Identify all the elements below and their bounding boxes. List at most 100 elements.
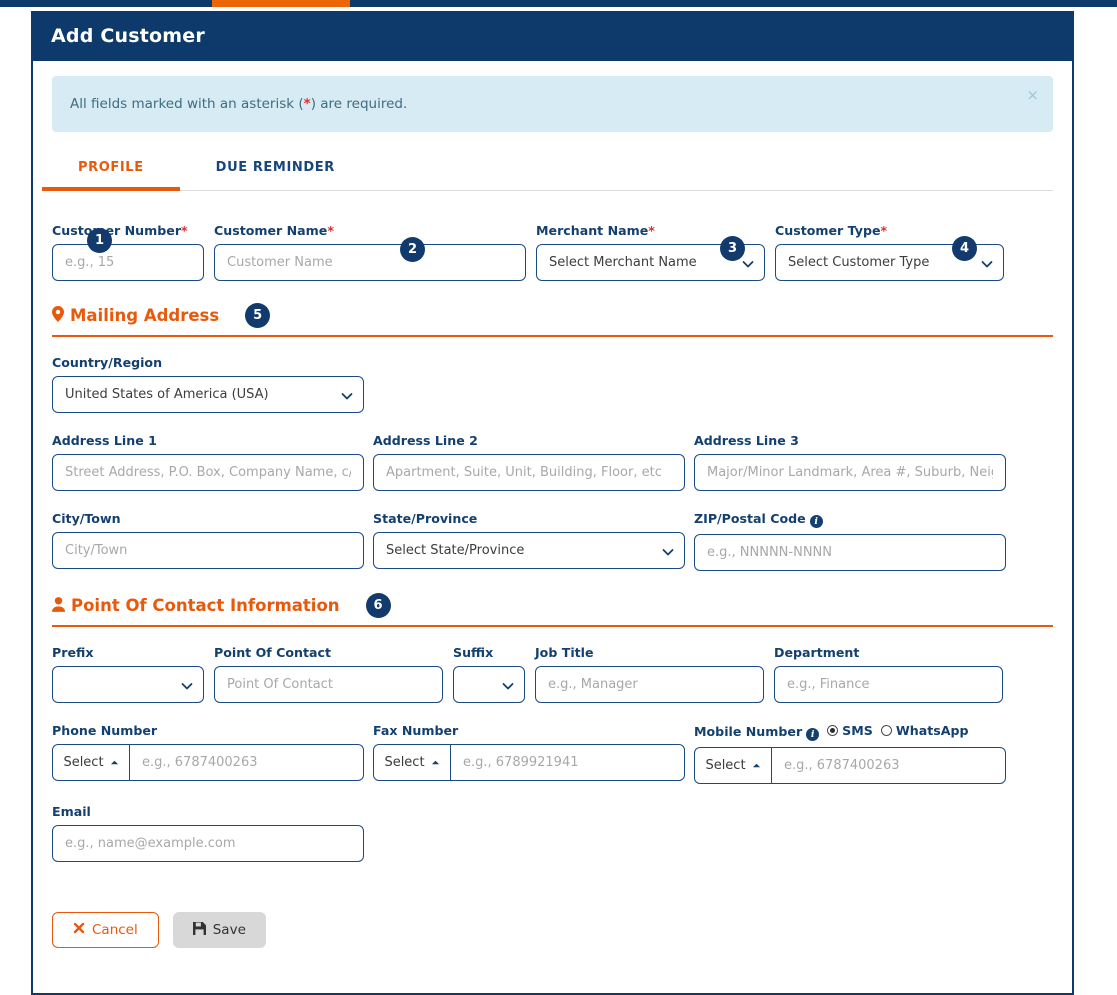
fax-country-code-value: Select [384,755,425,770]
cancel-button-label: Cancel [92,922,138,938]
point-of-contact-input[interactable] [214,666,443,703]
country-region-value: United States of America (USA) [65,387,269,402]
fax-country-code-select[interactable]: Select [374,745,451,780]
radio-whatsapp-dot [880,725,892,736]
customer-number-label: Customer Number* [52,223,204,238]
address-line-1-input[interactable] [52,454,364,491]
email-input[interactable] [52,825,364,862]
state-province-select[interactable]: Select State/Province [373,532,685,569]
state-province-value: Select State/Province [386,543,525,558]
field-mobile-number: Mobile Number i SMS WhatsApp Select [694,723,1006,784]
tab-due-reminder[interactable]: DUE REMINDER [180,150,371,190]
department-input[interactable] [774,666,1003,703]
chevron-up-icon [752,758,761,773]
email-row: Email [52,804,1053,862]
city-town-input[interactable] [52,532,364,569]
job-title-label: Job Title [535,645,594,660]
email-label: Email [52,804,91,819]
profile-row: Customer Number* Customer Name* Merchant… [52,223,1053,281]
field-suffix: Suffix [453,645,525,703]
field-country-region: Country/Region United States of America … [52,355,364,413]
state-province-label: State/Province [373,511,478,526]
zip-postal-code-input[interactable] [694,534,1006,571]
prefix-select[interactable] [52,666,204,703]
field-department: Department [774,645,1003,703]
mobile-number-group: Select [694,747,1006,784]
field-phone-number: Phone Number Select [52,723,364,784]
radio-whatsapp-label: WhatsApp [895,723,969,738]
required-fields-alert: All fields marked with an asterisk (*) a… [52,76,1053,132]
mailing-address-section-header: Mailing Address 5 [52,303,1053,337]
country-region-select[interactable]: United States of America (USA) [52,376,364,413]
point-of-contact-label: Point Of Contact [214,645,332,660]
floppy-disk-icon [192,921,206,939]
address-line-1-label: Address Line 1 [52,433,157,448]
fax-number-label: Fax Number [373,723,459,738]
map-pin-icon [52,306,64,325]
radio-sms[interactable]: SMS [827,723,873,738]
zip-postal-code-label: ZIP/Postal Code i [694,511,1006,528]
modal-body: All fields marked with an asterisk (*) a… [33,76,1072,948]
tab-profile[interactable]: PROFILE [42,150,180,191]
fax-number-group: Select [373,744,685,781]
customer-type-label-text: Customer Type [775,223,881,238]
phone-number-label: Phone Number [52,723,158,738]
address-line-2-input[interactable] [373,454,685,491]
merchant-name-value: Select Merchant Name [549,255,697,270]
required-asterisk: * [880,223,888,238]
tab-bar: PROFILE DUE REMINDER [42,150,1053,191]
city-town-label: City/Town [52,511,121,526]
alert-suffix: ) are required. [310,96,408,112]
save-button[interactable]: Save [172,912,266,948]
customer-form: 1 2 3 4 Customer Number* Customer Name* … [42,223,1063,862]
phone-country-code-value: Select [63,755,104,770]
alert-asterisk: * [303,96,311,112]
job-title-input[interactable] [535,666,764,703]
fax-number-input[interactable] [451,745,684,780]
field-customer-name: Customer Name* [214,223,526,281]
phone-row: Phone Number Select Fax Number [52,723,1053,784]
prefix-label: Prefix [52,645,94,660]
radio-sms-dot [827,725,839,736]
customer-name-label: Customer Name* [214,223,526,238]
save-button-label: Save [212,922,246,938]
mobile-number-label-text: Mobile Number [694,724,803,739]
modal-header: Add Customer [33,11,1072,61]
field-fax-number: Fax Number Select [373,723,685,784]
info-icon[interactable]: i [806,728,820,741]
field-zip-postal-code: ZIP/Postal Code i [694,511,1006,571]
point-of-contact-title: Point Of Contact Information [71,596,340,615]
close-icon[interactable]: × [1026,88,1039,103]
cancel-button[interactable]: Cancel [52,912,159,948]
info-icon[interactable]: i [809,515,823,528]
customer-number-input[interactable] [52,244,204,281]
field-point-of-contact: Point Of Contact [214,645,443,703]
radio-whatsapp[interactable]: WhatsApp [880,723,969,738]
phone-number-group: Select [52,744,364,781]
field-customer-number: Customer Number* [52,223,204,281]
page-title: Add Customer [51,25,205,47]
suffix-select[interactable] [453,666,525,703]
step-badge-6: 6 [365,593,391,618]
address-line-3-label: Address Line 3 [694,433,799,448]
field-job-title: Job Title [535,645,764,703]
required-asterisk: * [327,223,334,238]
phone-country-code-select[interactable]: Select [53,745,130,780]
step-badge-2: 2 [400,237,425,262]
customer-name-input[interactable] [214,244,526,281]
mobile-number-input[interactable] [772,748,1005,783]
mobile-country-code-value: Select [705,758,746,773]
chevron-down-icon [981,258,993,268]
merchant-name-label-text: Merchant Name [536,223,649,238]
customer-type-value: Select Customer Type [788,255,930,270]
form-footer: Cancel Save [42,912,1063,948]
topbar-active-segment [212,0,350,7]
chevron-down-icon [662,546,674,556]
chevron-up-icon [110,755,119,770]
contact-name-row: Prefix Point Of Contact Suffix [52,645,1053,703]
mobile-country-code-select[interactable]: Select [695,748,772,783]
phone-number-input[interactable] [130,745,363,780]
step-badge-5: 5 [245,303,271,328]
address-line-3-input[interactable] [694,454,1006,491]
field-prefix: Prefix [52,645,204,703]
